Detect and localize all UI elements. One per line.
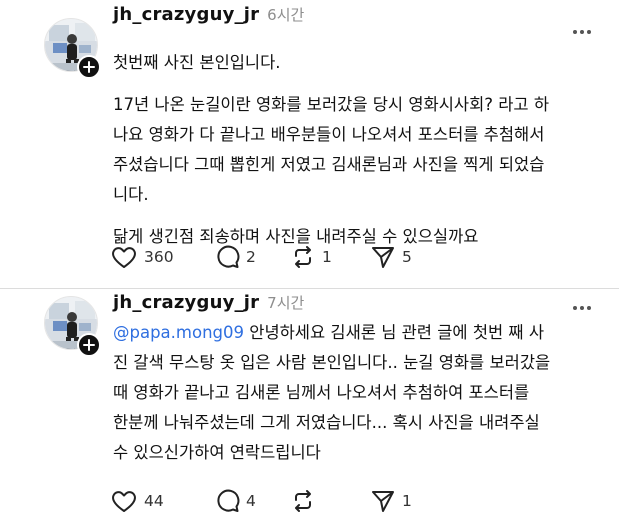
post-header: jh_crazyguy_jr 6시간: [113, 4, 304, 25]
repost-count: 1: [322, 248, 332, 266]
post-body: @papa.mong09 안녕하세요 김새론 님 관련 글에 첫번 째 사 진 …: [113, 318, 603, 468]
repost-icon: [295, 246, 311, 268]
body-line: 때 영화가 끝나고 김새론 님께서 나오셔서 추첨하여 포스터를: [113, 383, 530, 402]
like-button[interactable]: 360: [110, 244, 214, 270]
divider: [0, 288, 619, 289]
repost-icon: [295, 490, 311, 512]
heart-icon: [112, 247, 136, 268]
share-icon: [372, 247, 394, 268]
thread-post: jh_crazyguy_jr 6시간 첫번째 사진 본인입니다. 17년 나온 …: [0, 0, 619, 290]
body-line: 17년 나온 눈길이란 영화를 보러갔을 당시 영화시사회? 라고 하: [113, 95, 550, 114]
body-line: 첫번째 사진 본인입니다.: [113, 53, 281, 72]
heart-icon: [112, 491, 136, 512]
share-icon: [372, 491, 394, 512]
share-count: 5: [402, 248, 412, 266]
body-line: @papa.mong09 안녕하세요 김새론 님 관련 글에 첫번 째 사: [113, 318, 603, 348]
repost-button[interactable]: 1: [290, 244, 370, 270]
body-line: 수 있으신가하여 연락드립니다: [113, 443, 321, 462]
share-count: 1: [402, 492, 412, 510]
follow-plus-icon[interactable]: [77, 55, 101, 79]
body-line: 나요 영화가 다 끝나고 배우분들이 나오셔서 포스터를 추첨해서: [113, 125, 545, 144]
username[interactable]: jh_crazyguy_jr: [113, 292, 259, 313]
reply-count: 2: [246, 248, 256, 266]
post-body: 첫번째 사진 본인입니다. 17년 나온 눈길이란 영화를 보러갔을 당시 영화…: [113, 48, 603, 252]
reply-button[interactable]: 4: [214, 488, 290, 514]
timestamp: 7시간: [267, 294, 305, 312]
body-line: 한분께 나눠주셨는데 그게 저였습니다... 혹시 사진을 내려주실: [113, 413, 540, 432]
more-options-icon[interactable]: [567, 22, 597, 42]
comment-icon: [217, 245, 240, 268]
body-line: 니다.: [113, 185, 149, 204]
more-options-icon[interactable]: [567, 298, 597, 318]
timestamp: 6시간: [267, 6, 305, 24]
follow-plus-icon[interactable]: [77, 333, 101, 357]
reply-count: 4: [246, 492, 256, 510]
mention-link[interactable]: @papa.mong09: [113, 323, 244, 342]
comment-icon: [217, 489, 240, 512]
reply-button[interactable]: 2: [214, 244, 290, 270]
like-count: 360: [144, 248, 174, 266]
body-line: 진 갈색 무스탕 옷 입은 사람 본인입니다.. 눈길 영화를 보러갔을: [113, 353, 551, 372]
body-text-segment: 안녕하세요 김새론 님 관련 글에 첫번 째 사: [244, 323, 545, 342]
repost-button[interactable]: [290, 488, 370, 514]
like-button[interactable]: 44: [110, 488, 214, 514]
like-count: 44: [144, 492, 164, 510]
action-bar: 44 4 1: [110, 488, 412, 514]
share-button[interactable]: 5: [370, 244, 412, 270]
thread-post: jh_crazyguy_jr 7시간 @papa.mong09 안녕하세요 김새…: [0, 290, 619, 527]
username[interactable]: jh_crazyguy_jr: [113, 4, 259, 25]
avatar-container[interactable]: [44, 296, 101, 357]
body-line: 주셨습니다 그때 뽑힌게 저였고 김새론님과 사진을 찍게 되었습: [113, 155, 545, 174]
post-header: jh_crazyguy_jr 7시간: [113, 292, 304, 313]
action-bar: 360 2 1 5: [110, 244, 412, 270]
avatar-container[interactable]: [44, 18, 101, 79]
share-button[interactable]: 1: [370, 488, 412, 514]
